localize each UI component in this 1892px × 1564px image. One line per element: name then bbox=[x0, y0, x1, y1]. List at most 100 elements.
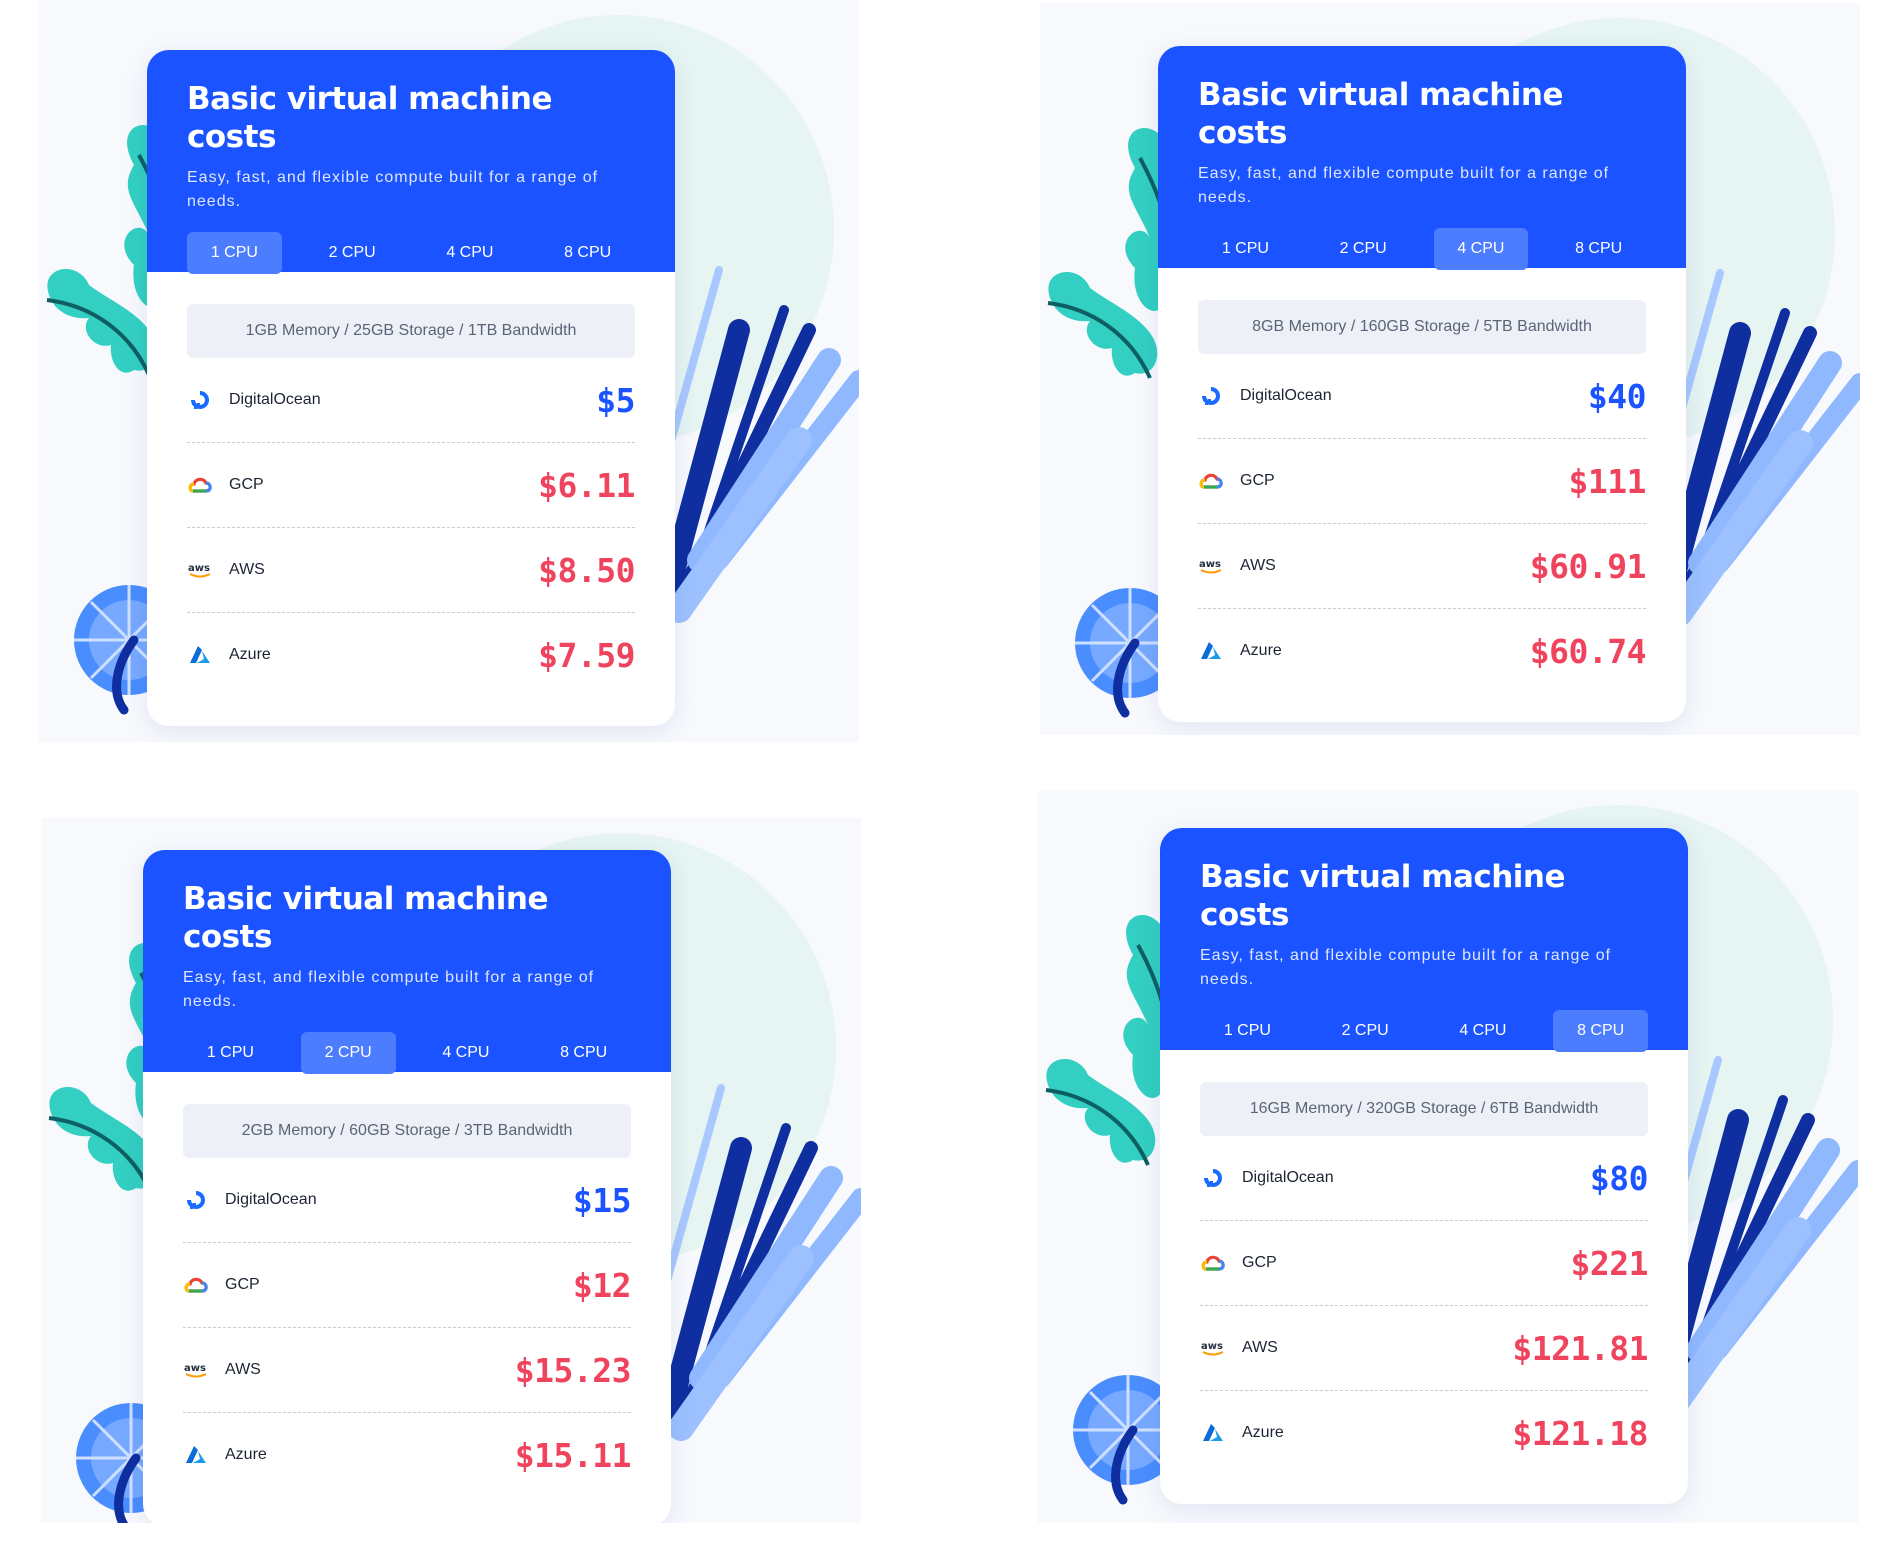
tab-2-cpu[interactable]: 2 CPU bbox=[1318, 1010, 1413, 1052]
svg-text:aws: aws bbox=[188, 563, 210, 574]
azure-icon bbox=[187, 642, 213, 668]
tab-8-cpu[interactable]: 8 CPU bbox=[536, 1032, 631, 1074]
provider-name: AWS bbox=[1240, 557, 1276, 574]
provider-row-aws: aws AWS $60.91 bbox=[1198, 524, 1647, 609]
aws-icon: aws bbox=[1200, 1335, 1226, 1361]
card-title: Basic virtual machine costs bbox=[1198, 77, 1564, 151]
provider-row-azure: Azure $60.74 bbox=[1198, 609, 1647, 693]
aws-icon: aws bbox=[1198, 553, 1224, 579]
aws-icon: aws bbox=[183, 1357, 209, 1383]
digitalocean-icon bbox=[1200, 1165, 1226, 1191]
provider-price: $60.91 bbox=[1529, 546, 1647, 586]
provider-price: $8.50 bbox=[538, 550, 635, 590]
provider-list: DigitalOcean $15 GCP $12 aws AWS $15.23 Azure $1… bbox=[183, 1158, 632, 1497]
tab-2-cpu[interactable]: 2 CPU bbox=[300, 1032, 396, 1074]
provider-list: DigitalOcean $5 GCP $6.11 aws AWS $8.50 Azure $7… bbox=[187, 358, 635, 697]
cpu-tabs: 1 CPU 2 CPU 4 CPU 8 CPU bbox=[1200, 1010, 1648, 1052]
provider-price: $221 bbox=[1570, 1243, 1649, 1283]
provider-name: GCP bbox=[1242, 1254, 1277, 1271]
tab-4-cpu[interactable]: 4 CPU bbox=[1436, 1010, 1531, 1052]
card-header: Basic virtual machine costs Easy, fast, … bbox=[1160, 828, 1688, 1052]
tab-8-cpu[interactable]: 8 CPU bbox=[1551, 228, 1646, 270]
provider-row-aws: aws AWS $15.23 bbox=[183, 1328, 632, 1413]
provider-price: $121.18 bbox=[1512, 1413, 1648, 1453]
digitalocean-icon bbox=[187, 387, 213, 413]
pricing-panel-1: Basic virtual machine costs Easy, fast, … bbox=[39, 0, 859, 742]
gcp-icon bbox=[1198, 468, 1224, 494]
provider-name: Azure bbox=[229, 646, 271, 663]
provider-row-aws: aws AWS $121.81 bbox=[1200, 1306, 1648, 1391]
spec-summary: 16GB Memory / 320GB Storage / 6TB Bandwi… bbox=[1200, 1082, 1648, 1136]
card-header: Basic virtual machine costs Easy, fast, … bbox=[143, 850, 671, 1074]
tab-4-cpu[interactable]: 4 CPU bbox=[419, 1032, 514, 1074]
tab-1-cpu[interactable]: 1 CPU bbox=[183, 1032, 278, 1074]
provider-price: $15.11 bbox=[514, 1435, 632, 1475]
provider-name: GCP bbox=[1240, 472, 1275, 489]
tab-1-cpu[interactable]: 1 CPU bbox=[1200, 1010, 1295, 1052]
provider-name: AWS bbox=[229, 561, 265, 578]
tab-8-cpu[interactable]: 8 CPU bbox=[1553, 1010, 1648, 1052]
cpu-tabs: 1 CPU 2 CPU 4 CPU 8 CPU bbox=[1198, 228, 1646, 270]
pricing-panel-3: Basic virtual machine costs Easy, fast, … bbox=[41, 818, 861, 1523]
provider-row-gcp: GCP $111 bbox=[1198, 439, 1647, 524]
svg-text:aws: aws bbox=[1201, 1341, 1223, 1352]
spec-summary: 1GB Memory / 25GB Storage / 1TB Bandwidt… bbox=[187, 304, 635, 358]
tab-4-cpu[interactable]: 4 CPU bbox=[423, 232, 518, 274]
provider-name: DigitalOcean bbox=[1242, 1169, 1334, 1186]
azure-icon bbox=[1200, 1420, 1226, 1446]
pricing-panel-2: Basic virtual machine costs Easy, fast, … bbox=[1040, 3, 1860, 735]
provider-price: $80 bbox=[1589, 1158, 1649, 1198]
provider-row-digitalocean: DigitalOcean $5 bbox=[187, 358, 635, 443]
card-subtitle: Easy, fast, and flexible compute built f… bbox=[1200, 947, 1612, 988]
tab-1-cpu[interactable]: 1 CPU bbox=[187, 232, 282, 274]
azure-icon bbox=[1198, 638, 1224, 664]
provider-name: DigitalOcean bbox=[1240, 387, 1332, 404]
spec-summary: 8GB Memory / 160GB Storage / 5TB Bandwid… bbox=[1198, 300, 1646, 354]
provider-list: DigitalOcean $40 GCP $111 aws AWS $60.91 Azure $… bbox=[1198, 354, 1647, 693]
provider-name: AWS bbox=[225, 1361, 261, 1378]
provider-price: $111 bbox=[1568, 461, 1647, 501]
card-body: 16GB Memory / 320GB Storage / 6TB Bandwi… bbox=[1160, 1050, 1688, 1475]
provider-price: $60.74 bbox=[1529, 631, 1647, 671]
tab-1-cpu[interactable]: 1 CPU bbox=[1198, 228, 1293, 270]
provider-name: AWS bbox=[1242, 1339, 1278, 1356]
svg-text:aws: aws bbox=[1199, 559, 1221, 570]
provider-row-digitalocean: DigitalOcean $80 bbox=[1200, 1136, 1649, 1221]
provider-row-aws: aws AWS $8.50 bbox=[187, 528, 635, 613]
provider-price: $12 bbox=[572, 1265, 632, 1305]
tab-8-cpu[interactable]: 8 CPU bbox=[540, 232, 635, 274]
provider-row-gcp: GCP $12 bbox=[183, 1243, 632, 1328]
card-title: Basic virtual machine costs bbox=[1200, 859, 1566, 933]
provider-name: GCP bbox=[229, 476, 264, 493]
gcp-icon bbox=[187, 472, 213, 498]
provider-name: DigitalOcean bbox=[229, 391, 321, 408]
provider-row-azure: Azure $7.59 bbox=[187, 613, 635, 697]
card-subtitle: Easy, fast, and flexible compute built f… bbox=[187, 169, 599, 210]
pricing-card: Basic virtual machine costs Easy, fast, … bbox=[147, 50, 675, 726]
spec-summary: 2GB Memory / 60GB Storage / 3TB Bandwidt… bbox=[183, 1104, 631, 1158]
pricing-card: Basic virtual machine costs Easy, fast, … bbox=[143, 850, 671, 1523]
gcp-icon bbox=[183, 1272, 209, 1298]
provider-row-azure: Azure $121.18 bbox=[1200, 1391, 1648, 1475]
provider-price: $6.11 bbox=[538, 465, 635, 505]
tab-2-cpu[interactable]: 2 CPU bbox=[1316, 228, 1411, 270]
provider-name: Azure bbox=[225, 1446, 267, 1463]
provider-price: $5 bbox=[596, 380, 635, 420]
digitalocean-icon bbox=[183, 1187, 209, 1213]
tab-2-cpu[interactable]: 2 CPU bbox=[305, 232, 400, 274]
digitalocean-icon bbox=[1198, 383, 1224, 409]
provider-name: GCP bbox=[225, 1276, 260, 1293]
card-header: Basic virtual machine costs Easy, fast, … bbox=[147, 50, 675, 274]
provider-price: $7.59 bbox=[538, 635, 635, 675]
provider-row-digitalocean: DigitalOcean $40 bbox=[1198, 354, 1647, 439]
aws-icon: aws bbox=[187, 557, 213, 583]
provider-price: $40 bbox=[1587, 376, 1647, 416]
provider-name: DigitalOcean bbox=[225, 1191, 317, 1208]
tab-4-cpu[interactable]: 4 CPU bbox=[1433, 228, 1529, 270]
svg-text:aws: aws bbox=[184, 1363, 206, 1374]
azure-icon bbox=[183, 1442, 209, 1468]
cpu-tabs: 1 CPU 2 CPU 4 CPU 8 CPU bbox=[183, 1032, 631, 1074]
provider-price: $121.81 bbox=[1512, 1328, 1648, 1368]
gcp-icon bbox=[1200, 1250, 1226, 1276]
pricing-card: Basic virtual machine costs Easy, fast, … bbox=[1160, 828, 1688, 1504]
